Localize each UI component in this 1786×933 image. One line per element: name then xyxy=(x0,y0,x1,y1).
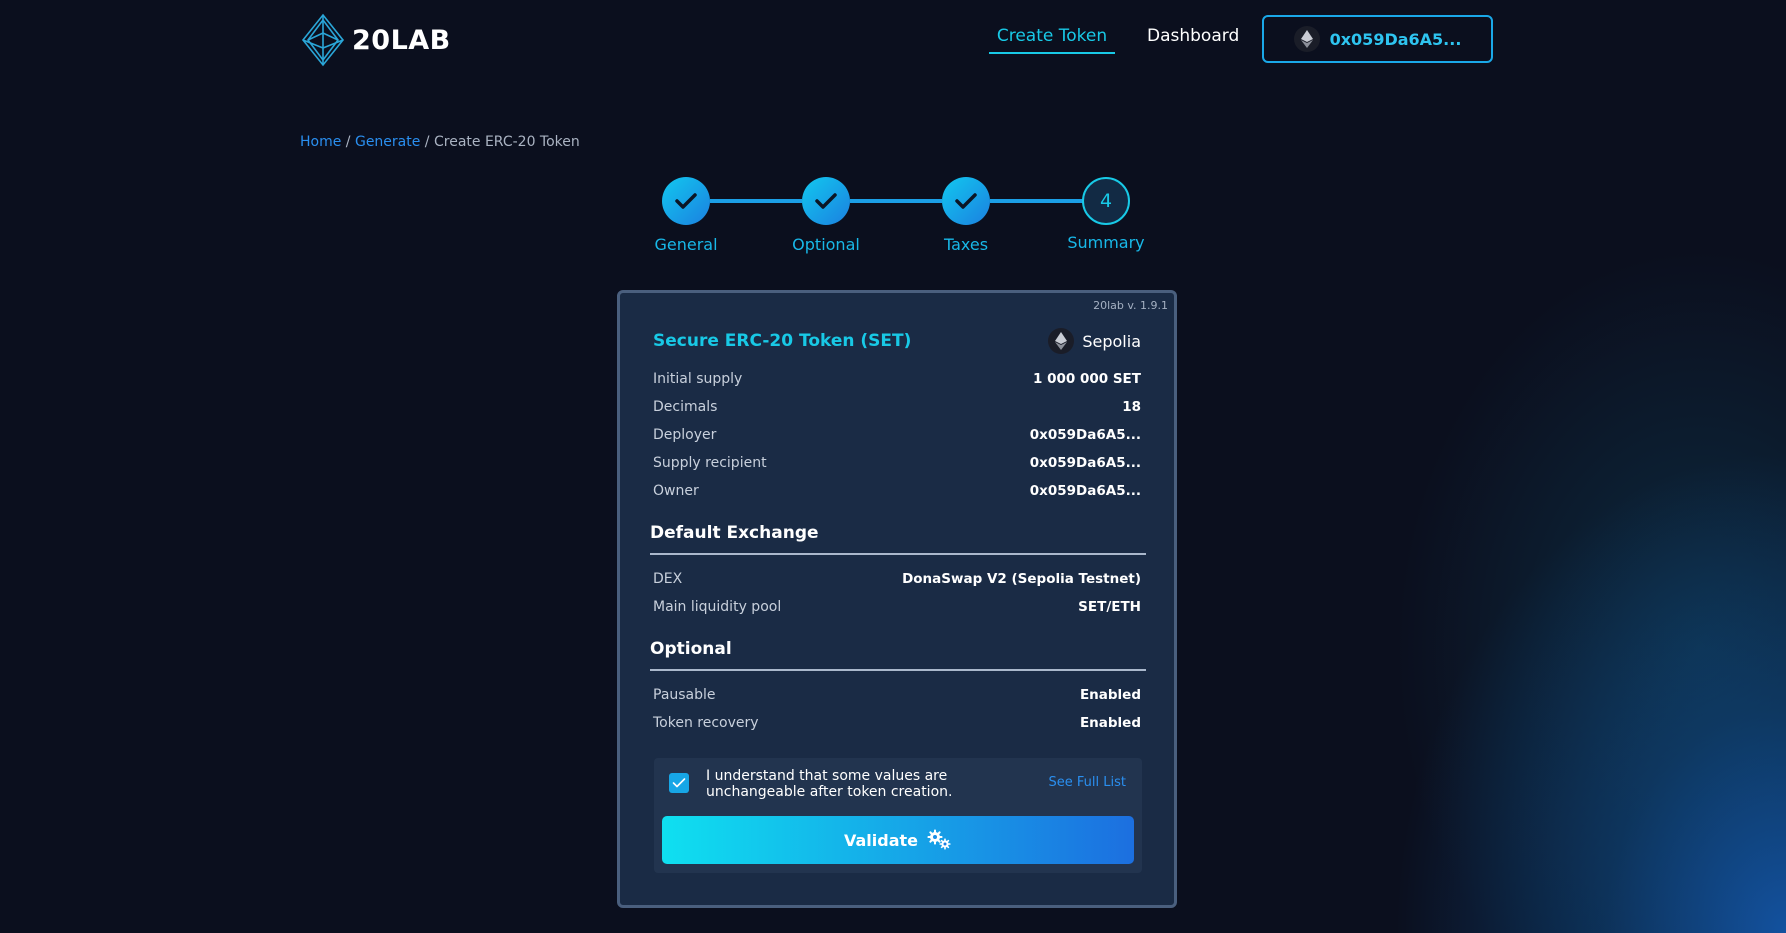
validate-label: Validate xyxy=(843,830,919,850)
row-value: 0x059Da6A5... xyxy=(1029,483,1141,499)
nav-create-token[interactable]: Create Token xyxy=(989,26,1115,54)
row-label: DEX xyxy=(653,571,683,587)
breadcrumb-home[interactable]: Home xyxy=(300,134,341,150)
summary-row: Main liquidity pool SET/ETH xyxy=(653,599,1141,615)
breadcrumb-generate[interactable]: Generate xyxy=(355,134,420,150)
token-title: Secure ERC-20 Token (SET) xyxy=(653,331,912,351)
row-label: Main liquidity pool xyxy=(653,599,782,615)
row-value: 0x059Da6A5... xyxy=(1029,427,1141,443)
checkmark-icon xyxy=(955,193,977,209)
breadcrumb-separator: / xyxy=(341,134,355,150)
see-full-list-link[interactable]: See Full List xyxy=(1049,775,1126,790)
checkmark-icon xyxy=(675,193,697,209)
row-value: 0x059Da6A5... xyxy=(1029,455,1141,471)
row-label: Deployer xyxy=(653,427,717,443)
section-title-optional: Optional xyxy=(650,639,732,659)
ethereum-icon xyxy=(1048,328,1075,354)
step-connector xyxy=(850,199,942,203)
row-label: Supply recipient xyxy=(653,455,767,471)
step-label-optional: Optional xyxy=(792,235,860,254)
step-number: 4 xyxy=(1099,190,1113,212)
checkmark-icon xyxy=(815,193,837,209)
confirm-text: I understand that some values are unchan… xyxy=(706,768,953,800)
row-label: Token recovery xyxy=(653,715,759,731)
network-indicator: Sepolia xyxy=(1048,328,1141,354)
version-label: 20lab v. 1.9.1 xyxy=(1093,299,1168,312)
step-general-circle[interactable] xyxy=(662,177,710,225)
ethereum-logo-icon xyxy=(301,13,345,67)
section-divider xyxy=(650,553,1146,555)
row-value: DonaSwap V2 (Sepolia Testnet) xyxy=(902,571,1141,587)
summary-row: Pausable Enabled xyxy=(653,687,1141,703)
confirm-checkbox[interactable] xyxy=(669,773,689,793)
step-label-summary: Summary xyxy=(1067,233,1145,252)
row-value: 1 000 000 SET xyxy=(1032,371,1141,387)
step-taxes-circle[interactable] xyxy=(942,177,990,225)
network-name: Sepolia xyxy=(1082,331,1141,351)
nav-dashboard[interactable]: Dashboard xyxy=(1147,26,1239,46)
row-label: Pausable xyxy=(653,687,716,703)
section-title-exchange: Default Exchange xyxy=(650,523,819,543)
summary-row: Supply recipient 0x059Da6A5... xyxy=(653,455,1141,471)
ethereum-icon xyxy=(1293,26,1320,52)
summary-row: DEX DonaSwap V2 (Sepolia Testnet) xyxy=(653,571,1141,587)
breadcrumb-current: Create ERC-20 Token xyxy=(433,134,580,150)
section-divider xyxy=(650,669,1146,671)
row-value: Enabled xyxy=(1079,687,1141,703)
wallet-address: 0x059Da6A5... xyxy=(1329,29,1462,49)
summary-row: Decimals 18 xyxy=(653,399,1141,415)
row-value: 18 xyxy=(1122,399,1141,415)
step-summary-circle[interactable]: 4 xyxy=(1082,177,1130,225)
logo[interactable]: 20LAB xyxy=(300,13,451,67)
step-connector xyxy=(990,199,1083,203)
row-label: Decimals xyxy=(653,399,718,415)
logo-text: 20LAB xyxy=(352,24,451,56)
step-optional-circle[interactable] xyxy=(802,177,850,225)
summary-row: Token recovery Enabled xyxy=(653,715,1141,731)
gears-icon xyxy=(927,829,951,850)
row-label: Owner xyxy=(653,483,699,499)
wallet-button[interactable]: 0x059Da6A5... xyxy=(1262,15,1493,63)
row-value: SET/ETH xyxy=(1078,599,1141,615)
summary-row: Initial supply 1 000 000 SET xyxy=(653,371,1141,387)
row-label: Initial supply xyxy=(653,371,743,387)
validate-button[interactable]: Validate xyxy=(662,816,1134,864)
checkmark-icon xyxy=(672,778,686,788)
summary-card: 20lab v. 1.9.1 Secure ERC-20 Token (SET)… xyxy=(617,290,1177,908)
step-label-taxes: Taxes xyxy=(943,235,989,254)
confirmation-box: I understand that some values are unchan… xyxy=(654,758,1142,873)
breadcrumb-separator: / xyxy=(420,134,434,150)
step-connector xyxy=(710,199,802,203)
summary-row: Deployer 0x059Da6A5... xyxy=(653,427,1141,443)
breadcrumb: Home / Generate / Create ERC-20 Token xyxy=(300,134,580,150)
row-value: Enabled xyxy=(1079,715,1141,731)
summary-row: Owner 0x059Da6A5... xyxy=(653,483,1141,499)
step-label-general: General xyxy=(654,235,718,254)
